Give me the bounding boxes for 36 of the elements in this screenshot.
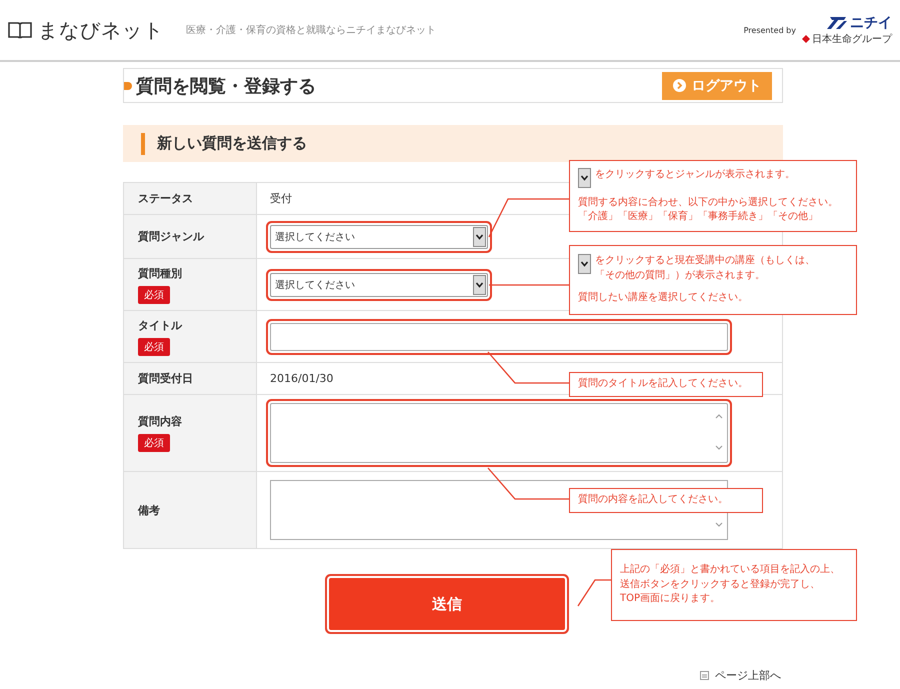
required-badge: 必須 bbox=[138, 434, 170, 452]
field-value: 2016/01/30 bbox=[270, 372, 334, 385]
page-title: 質問を閲覧・登録する bbox=[136, 74, 317, 98]
field-label: タイトル bbox=[138, 318, 182, 332]
callout-text: 質問する内容に合わせ、以下の中から選択してください。 「介護」「医療」「保育」「事務手続き」「その他」 bbox=[578, 196, 838, 224]
brand-mark-icon bbox=[826, 16, 848, 30]
scroll-arrows-icon bbox=[714, 412, 724, 452]
book-icon bbox=[8, 21, 32, 39]
section-marker-icon bbox=[141, 132, 145, 154]
page-top-link[interactable]: ページ上部へ bbox=[715, 668, 781, 683]
section-title: 新しい質問を送信する bbox=[157, 134, 307, 153]
callout-text: をクリックすると現在受講中の講座（もしくは、 「その他の質問」）が表示されます。 bbox=[595, 254, 815, 283]
callout-text: 質問のタイトルを記入してください。 bbox=[578, 377, 748, 391]
brand-group-text: 日本生命グループ bbox=[812, 32, 892, 46]
field-value: 受付 bbox=[270, 191, 292, 206]
presented-by-text: Presented by bbox=[744, 26, 796, 34]
arrow-circle-icon bbox=[672, 79, 686, 92]
required-badge: 必須 bbox=[138, 286, 170, 304]
diamond-icon bbox=[802, 35, 810, 43]
field-label: 質問受付日 bbox=[138, 371, 193, 386]
submit-button[interactable]: 送信 bbox=[329, 578, 565, 630]
callout-text: 上記の「必須」と書かれている項目を記入の上、 送信ボタンをクリックすると登録が完了し、 TOP画面に戻ります。 bbox=[620, 563, 840, 606]
field-label: 質問種別 bbox=[138, 266, 182, 280]
callout-text: 質問したい講座を選択してください。 bbox=[578, 291, 748, 306]
field-label: 質問ジャンル bbox=[138, 229, 204, 244]
field-label: ステータス bbox=[138, 191, 193, 206]
callout-text: をクリックするとジャンルが表示されます。 bbox=[595, 168, 795, 182]
brand-name: ニチイ bbox=[850, 14, 892, 32]
tagline: 医療・介護・保育の資格と就職ならニチイまなびネット bbox=[186, 24, 437, 37]
site-logo: まなびネット bbox=[38, 16, 164, 44]
required-badge: 必須 bbox=[138, 338, 170, 356]
field-label: 質問内容 bbox=[138, 414, 182, 429]
callout-text: 質問の内容を記入してください。 bbox=[578, 493, 728, 507]
title-marker-icon bbox=[124, 82, 132, 90]
page-top-icon bbox=[700, 671, 709, 680]
field-label: 備考 bbox=[138, 502, 160, 518]
